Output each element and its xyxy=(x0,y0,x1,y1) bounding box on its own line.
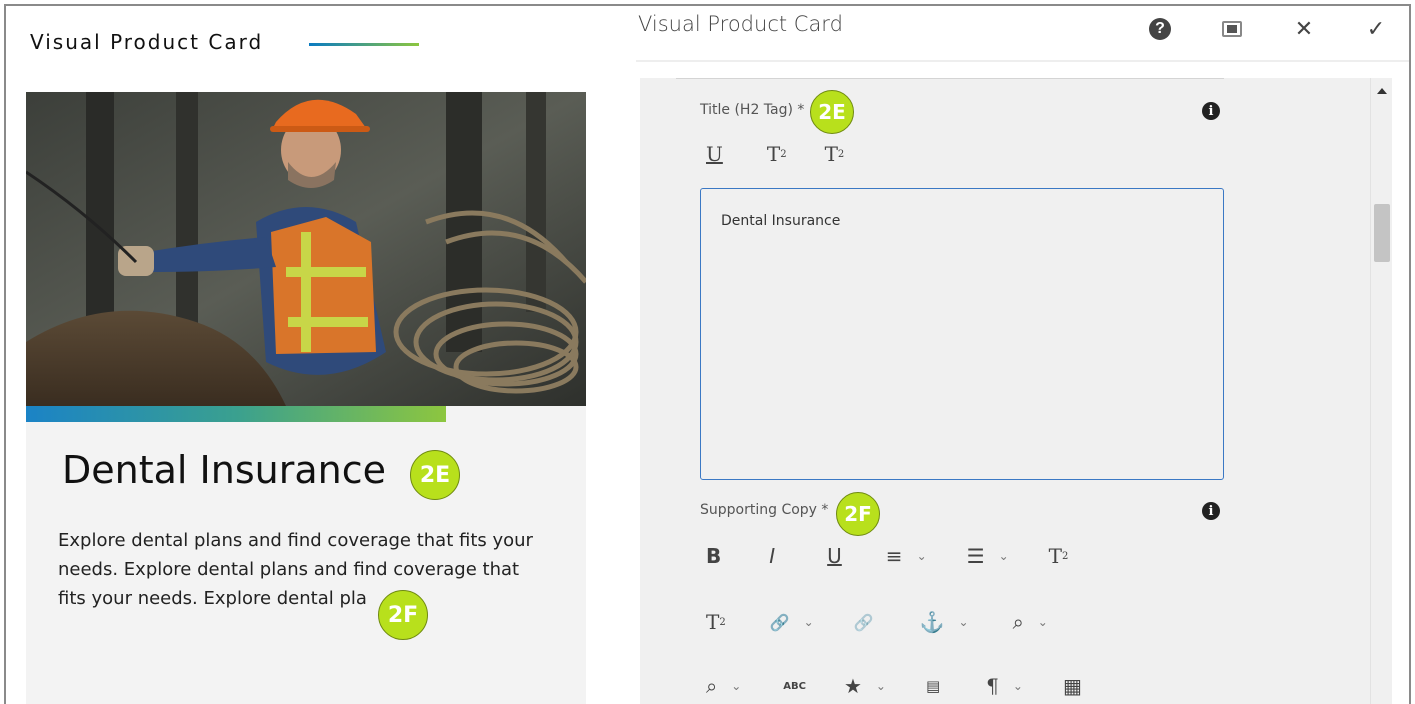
callout-badge-2e: 2E xyxy=(410,450,460,500)
link-icon: 🔗 xyxy=(769,612,790,632)
chevron-down-icon: ⌄ xyxy=(1012,679,1023,693)
find-dropdown[interactable]: ⌕ ⌄ xyxy=(1013,610,1048,634)
superscript-icon: T xyxy=(706,610,720,634)
close-icon: ✕ xyxy=(1294,16,1314,41)
copy-toolbar-row-1: B I U ≡ ⌄ ☰ ⌄ T 2 xyxy=(706,544,1068,568)
italic-button[interactable]: I xyxy=(769,544,775,568)
product-card: Dental Insurance Explore dental plans an… xyxy=(26,92,586,704)
unlink-button[interactable]: 🔗 xyxy=(854,613,874,632)
close-button[interactable]: ✕ xyxy=(1279,12,1329,46)
subscript-mark: 2 xyxy=(1061,550,1069,562)
copy-toolbar-row-3: ⌕ ⌄ ABC ★ ⌄ ▤ ¶ ⌄ ▦ xyxy=(706,674,1082,698)
card-body-copy: Explore dental plans and find coverage t… xyxy=(58,530,533,609)
dialog-title: Visual Product Card xyxy=(638,12,843,36)
align-dropdown[interactable]: ≡ ⌄ xyxy=(886,544,927,568)
copy-toolbar-row-2: T2 🔗 ⌄ 🔗 ⚓ ⌄ ⌕ ⌄ xyxy=(706,610,1048,634)
paragraph-format-dropdown[interactable]: ¶ ⌄ xyxy=(986,674,1023,698)
callout-badge-2f-dialog: 2F xyxy=(836,492,880,536)
paragraph-icon: ¶ xyxy=(986,674,999,698)
title-accent-line xyxy=(309,42,420,46)
preview-header: Visual Product Card xyxy=(30,30,420,54)
title-info-icon[interactable]: i xyxy=(1202,102,1220,120)
chevron-down-icon: ⌄ xyxy=(998,549,1009,563)
source-edit-icon: ▤ xyxy=(925,677,941,695)
help-icon: ? xyxy=(1149,18,1171,40)
dialog-header-divider xyxy=(636,60,1409,62)
preview-pane: Visual Product Card Dental Insurance Exp… xyxy=(6,6,634,704)
edit-dialog: Visual Product Card ? ✕ ✓ Title (H2 Tag)… xyxy=(636,6,1409,704)
title-toolbar: U T2 T2 xyxy=(706,142,844,166)
spellcheck-button[interactable]: ABC xyxy=(783,681,806,692)
subscript-icon: T xyxy=(1048,544,1062,568)
scrollbar[interactable] xyxy=(1370,78,1392,704)
anchor-dropdown[interactable]: ⚓ ⌄ xyxy=(920,610,969,634)
fullscreen-button[interactable] xyxy=(1207,12,1257,46)
supporting-copy-info-icon[interactable]: i xyxy=(1202,502,1220,520)
superscript-icon: T xyxy=(824,142,838,166)
callout-badge-2f: 2F xyxy=(378,590,428,640)
subscript-icon: T xyxy=(766,142,781,166)
dialog-actions: ? ✕ ✓ xyxy=(1113,12,1401,46)
callout-badge-2e-dialog: 2E xyxy=(810,90,854,134)
star-icon: ★ xyxy=(843,674,862,698)
card-heading: Dental Insurance xyxy=(62,448,386,492)
fullscreen-icon xyxy=(1222,21,1242,37)
confirm-button[interactable]: ✓ xyxy=(1351,12,1401,46)
scroll-thumb[interactable] xyxy=(1374,204,1390,262)
subscript-button[interactable]: T2 xyxy=(767,142,787,166)
check-icon: ✓ xyxy=(1366,16,1386,41)
bold-button[interactable]: B xyxy=(706,544,721,568)
search-icon: ⌕ xyxy=(1012,610,1024,634)
preview-title: Visual Product Card xyxy=(30,30,264,54)
find-replace-dropdown[interactable]: ⌕ ⌄ xyxy=(706,674,741,698)
align-icon: ≡ xyxy=(885,544,903,568)
unlink-icon: 🔗 xyxy=(853,612,874,632)
superscript-mark: 2 xyxy=(837,148,845,160)
list-icon: ☰ xyxy=(966,544,985,568)
product-card-image xyxy=(26,92,586,406)
subscript-button-2[interactable]: T2 xyxy=(1049,544,1069,568)
scroll-up-icon[interactable] xyxy=(1377,88,1387,94)
table-icon: ▦ xyxy=(1062,674,1082,698)
section-divider xyxy=(676,78,1224,79)
chevron-down-icon: ⌄ xyxy=(803,615,814,629)
bold-icon: B xyxy=(706,544,722,568)
superscript-button-2[interactable]: T2 xyxy=(706,610,726,634)
screenshot-frame: Visual Product Card Dental Insurance Exp… xyxy=(4,4,1411,704)
spellcheck-icon: ABC xyxy=(783,680,806,692)
form-content: Title (H2 Tag) * i U T2 T2 Dental Insura… xyxy=(676,78,1224,704)
source-edit-button[interactable]: ▤ xyxy=(926,677,940,695)
superscript-mark: 2 xyxy=(719,616,726,628)
underline-icon: U xyxy=(706,142,723,166)
subscript-mark: 2 xyxy=(780,148,787,160)
underline-icon: U xyxy=(827,544,842,568)
underline-button-2[interactable]: U xyxy=(827,544,842,568)
list-dropdown[interactable]: ☰ ⌄ xyxy=(967,544,1009,568)
find-replace-icon: ⌕ xyxy=(706,674,718,698)
chevron-down-icon: ⌄ xyxy=(875,679,886,693)
supporting-copy-label: Supporting Copy * xyxy=(700,502,829,518)
underline-button[interactable]: U xyxy=(706,142,723,166)
title-field-label: Title (H2 Tag) * xyxy=(700,102,805,118)
italic-icon: I xyxy=(769,544,776,568)
help-button[interactable]: ? xyxy=(1135,12,1185,46)
superscript-button[interactable]: T2 xyxy=(825,142,845,166)
anchor-icon: ⚓ xyxy=(919,610,945,634)
chevron-down-icon: ⌄ xyxy=(958,615,969,629)
dialog-body: Title (H2 Tag) * i U T2 T2 Dental Insura… xyxy=(640,78,1392,704)
title-input[interactable]: Dental Insurance xyxy=(700,188,1224,480)
chevron-down-icon: ⌄ xyxy=(731,679,742,693)
card-accent-bar xyxy=(26,406,446,422)
chevron-down-icon: ⌄ xyxy=(916,549,927,563)
special-characters-dropdown[interactable]: ★ ⌄ xyxy=(844,674,886,698)
table-button[interactable]: ▦ xyxy=(1063,674,1082,698)
link-dropdown[interactable]: 🔗 ⌄ xyxy=(770,613,814,632)
chevron-down-icon: ⌄ xyxy=(1037,615,1048,629)
